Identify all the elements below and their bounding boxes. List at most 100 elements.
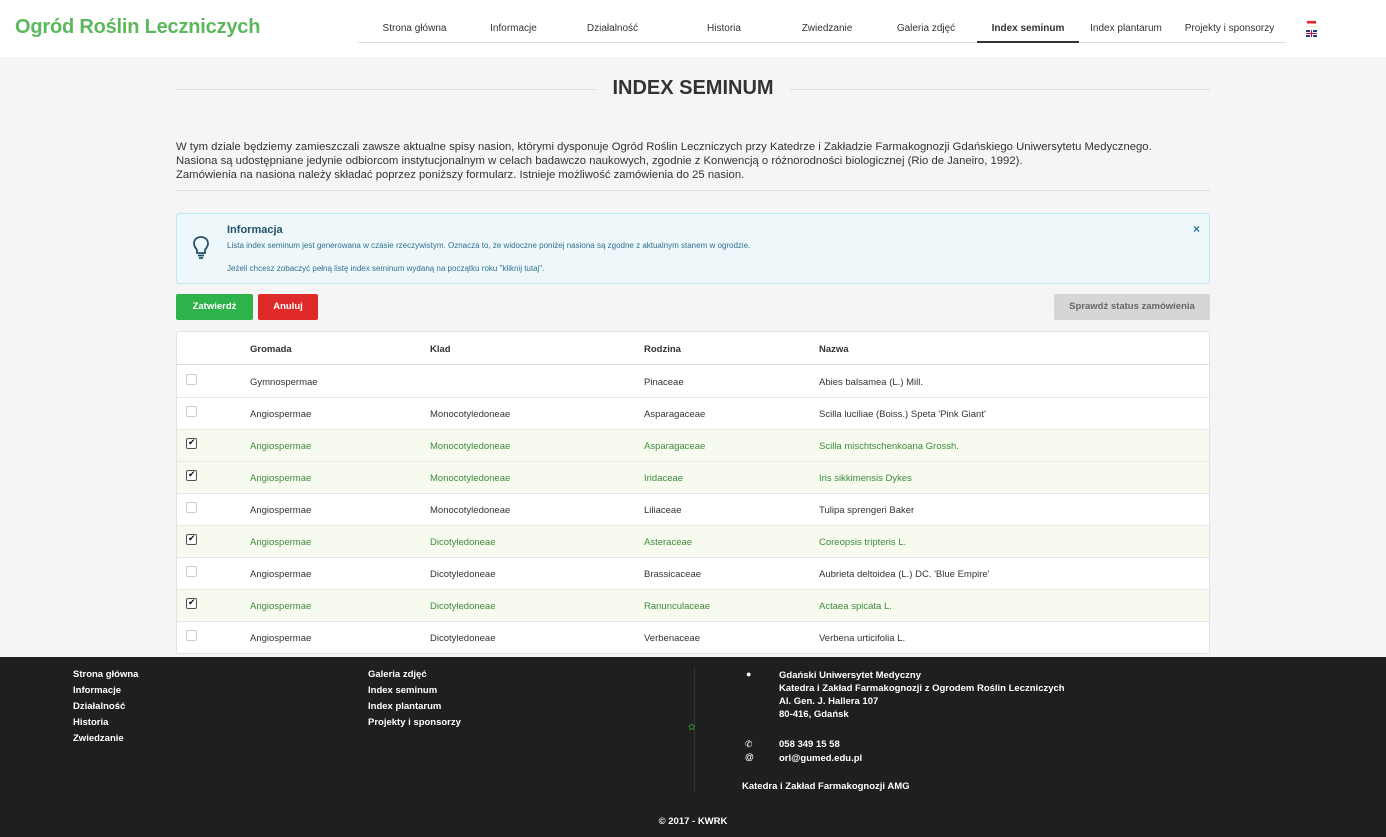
cell-rodzina: Liliaceae: [644, 505, 682, 516]
english-flag-icon[interactable]: [1306, 30, 1317, 37]
alert-title: Informacja: [227, 224, 283, 236]
cell-nazwa: Actaea spicata L.: [819, 601, 892, 612]
cell-nazwa: Coreopsis tripteris L.: [819, 537, 907, 548]
cell-gromada: Angiospermae: [250, 569, 312, 580]
table-row[interactable]: Gymnospermae Pinaceae Abies balsamea (L.) …: [177, 366, 1209, 398]
table-row[interactable]: Angiospermae Monocotyledoneae Liliaceae Tul…: [177, 494, 1209, 526]
address-line: 80-416, Gdańsk: [779, 709, 849, 720]
cancel-button[interactable]: Anuluj: [258, 294, 318, 320]
cell-nazwa: Scilla mischtschenkoana Grossh.: [819, 441, 959, 452]
cell-nazwa: Scilla luciliae (Boiss.) Speta 'Pink Gia…: [819, 409, 986, 420]
copyright: © 2017 - KWRK: [658, 816, 728, 827]
intro-line: Nasiona są udostępniane jedynie odbiorco…: [176, 155, 1023, 167]
footer-link[interactable]: Index seminum: [368, 683, 461, 699]
main-nav: Strona główna Informacje Działalność His…: [358, 0, 1286, 43]
site-header: Ogród Roślin Leczniczych Strona główna I…: [0, 0, 1386, 57]
address-line: Gdański Uniwersytet Medyczny: [779, 670, 922, 681]
nav-galeria[interactable]: Galeria zdjęć: [875, 0, 977, 43]
table-row[interactable]: Angiospermae Dicotyledoneae Verbenaceae Ver…: [177, 622, 1209, 653]
cell-rodzina: Brassicaceae: [644, 569, 702, 580]
footer-link[interactable]: Działalność: [73, 699, 138, 715]
row-checkbox[interactable]: [186, 630, 197, 641]
intro-text: W tym dziale będziemy zamieszczali zawsz…: [176, 140, 1210, 182]
divider: [176, 190, 1210, 191]
cell-rodzina: Verbenaceae: [644, 633, 700, 644]
table-row[interactable]: Angiospermae Monocotyledoneae Iridaceae Iri…: [177, 462, 1209, 494]
row-checkbox[interactable]: [186, 374, 197, 385]
cell-rodzina: Iridaceae: [644, 473, 684, 484]
cell-rodzina: Ranunculaceae: [644, 601, 711, 612]
row-checkbox[interactable]: [186, 566, 197, 577]
table-row[interactable]: Angiospermae Monocotyledoneae Asparagaceae…: [177, 398, 1209, 430]
nav-informacje[interactable]: Informacje: [471, 0, 556, 43]
footer-link[interactable]: Strona główna: [73, 667, 138, 683]
nav-index-seminum[interactable]: Index seminum: [977, 0, 1079, 43]
nav-zwiedzanie[interactable]: Zwiedzanie: [779, 0, 875, 43]
row-checkbox[interactable]: [186, 502, 197, 513]
table-row[interactable]: Angiospermae Dicotyledoneae Ranunculaceae A…: [177, 590, 1209, 622]
nav-projekty[interactable]: Projekty i sponsorzy: [1173, 0, 1286, 43]
cell-klad: Monocotyledoneae: [430, 441, 511, 452]
page-title-block: INDEX SEMINUM: [176, 77, 1210, 103]
leaf-icon: ✿: [688, 722, 696, 732]
map-marker-icon: ●: [746, 669, 752, 679]
footer-link[interactable]: Index plantarum: [368, 699, 461, 715]
cell-klad: Dicotyledoneae: [430, 633, 496, 644]
table-row[interactable]: Angiospermae Dicotyledoneae Asteraceae Core…: [177, 526, 1209, 558]
language-switcher: [1306, 20, 1317, 37]
cell-nazwa: Aubrieta deltoidea (L.) DC. 'Blue Empire…: [819, 569, 990, 580]
row-checkbox[interactable]: [186, 437, 197, 449]
cell-nazwa: Tulipa sprengeri Baker: [819, 505, 915, 516]
footer-links-1: Strona główna Informacje Działalność His…: [73, 667, 138, 747]
check-order-status-button[interactable]: Sprawdź status zamówienia: [1054, 294, 1210, 320]
row-checkbox[interactable]: [186, 469, 197, 481]
nav-strona-glowna[interactable]: Strona główna: [358, 0, 471, 43]
seed-table: Gromada Klad Rodzina Nazwa Gymnospermae P…: [176, 331, 1210, 654]
footer-email[interactable]: orl@gumed.edu.pl: [779, 752, 862, 765]
cell-gromada: Angiospermae: [250, 505, 312, 516]
footer-links-2: Galeria zdjęć Index seminum Index planta…: [368, 667, 461, 731]
column-header-nazwa[interactable]: Nazwa: [819, 344, 849, 355]
cell-klad: Dicotyledoneae: [430, 601, 496, 612]
polish-flag-icon[interactable]: [1306, 20, 1317, 27]
row-checkbox[interactable]: [186, 597, 197, 609]
column-header-klad[interactable]: Klad: [430, 344, 451, 355]
cell-klad: Monocotyledoneae: [430, 409, 511, 420]
phone-icon: ✆: [745, 739, 753, 749]
site-logo[interactable]: Ogród Roślin Leczniczych: [15, 16, 260, 39]
close-icon[interactable]: ×: [1193, 222, 1200, 236]
at-icon: @: [745, 752, 754, 762]
confirm-button[interactable]: Zatwierdź: [176, 294, 253, 320]
site-footer: Strona główna Informacje Działalność His…: [0, 657, 1386, 837]
lightbulb-icon: [192, 235, 210, 261]
nav-index-plantarum[interactable]: Index plantarum: [1079, 0, 1173, 43]
table-row[interactable]: Angiospermae Monocotyledoneae Asparagaceae…: [177, 430, 1209, 462]
row-checkbox[interactable]: [186, 406, 197, 417]
footer-affiliation: Katedra i Zakład Farmakognozji AMG: [742, 781, 910, 792]
cell-klad: Dicotyledoneae: [430, 537, 496, 548]
footer-link[interactable]: Galeria zdjęć: [368, 667, 461, 683]
cell-klad: Monocotyledoneae: [430, 505, 511, 516]
column-header-rodzina[interactable]: Rodzina: [644, 344, 681, 355]
footer-address: Gdański Uniwersytet Medyczny Katedra i Z…: [779, 669, 1065, 721]
cell-gromada: Angiospermae: [250, 633, 312, 644]
page-title: INDEX SEMINUM: [596, 77, 790, 99]
cell-gromada: Angiospermae: [250, 441, 312, 452]
column-header-gromada[interactable]: Gromada: [250, 344, 292, 355]
cell-nazwa: Abies balsamea (L.) Mill.: [819, 377, 924, 388]
footer-link[interactable]: Projekty i sponsorzy: [368, 715, 461, 731]
alert-link-text[interactable]: Jeżeli chcesz zobaczyć pełną listę index…: [227, 264, 544, 273]
cell-klad: Monocotyledoneae: [430, 473, 511, 484]
cell-rodzina: Asparagaceae: [644, 409, 706, 420]
cell-klad: Dicotyledoneae: [430, 569, 496, 580]
footer-phone: 058 349 15 58: [779, 739, 840, 750]
table-row[interactable]: Angiospermae Dicotyledoneae Brassicaceae Au…: [177, 558, 1209, 590]
cell-nazwa: Verbena urticifolia L.: [819, 633, 906, 644]
footer-link[interactable]: Informacje: [73, 683, 138, 699]
footer-link[interactable]: Zwiedzanie: [73, 731, 138, 747]
footer-link[interactable]: Historia: [73, 715, 138, 731]
nav-dzialalnosc[interactable]: Działalność: [556, 0, 669, 43]
row-checkbox[interactable]: [186, 533, 197, 545]
nav-historia[interactable]: Historia: [669, 0, 779, 43]
cell-rodzina: Asparagaceae: [644, 441, 706, 452]
